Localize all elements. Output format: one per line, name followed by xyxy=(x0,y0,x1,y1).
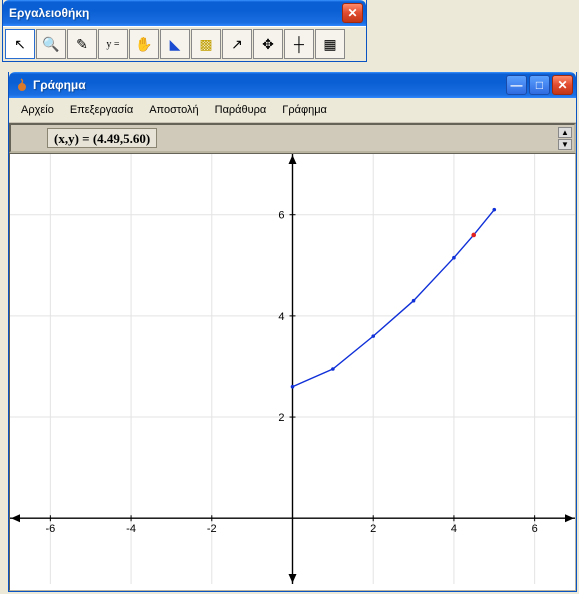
svg-text:-4: -4 xyxy=(126,523,136,535)
grab-icon: ✋ xyxy=(135,36,152,53)
java-icon xyxy=(15,78,29,92)
tool-segment[interactable]: ↗ xyxy=(222,29,252,59)
menu-1[interactable]: Επεξεργασία xyxy=(64,102,139,118)
menu-3[interactable]: Παράθυρα xyxy=(209,102,273,118)
close-icon: ✕ xyxy=(347,6,357,20)
segment-icon: ↗ xyxy=(231,36,243,53)
graph-title: Γράφημα xyxy=(33,78,506,92)
toolbox-title: Εργαλειοθήκη xyxy=(9,6,342,20)
tool-pencil[interactable]: ✎ xyxy=(67,29,97,59)
close-icon: ✕ xyxy=(557,78,567,92)
toolbox-close-button[interactable]: ✕ xyxy=(342,3,363,23)
spin-up-button[interactable]: ▲ xyxy=(558,127,572,138)
bar-icon: ▩ xyxy=(199,36,212,53)
svg-text:-2: -2 xyxy=(207,523,217,535)
tool-grid[interactable]: ▦ xyxy=(315,29,345,59)
spin-down-button[interactable]: ▼ xyxy=(558,139,572,150)
menubar: ΑρχείοΕπεξεργασίαΑποστολή ΠαράθυραΓράφημα xyxy=(9,98,576,123)
tool-axes[interactable]: ┼ xyxy=(284,29,314,59)
toolbox-window: Εργαλειοθήκη ✕ ↖ 🔍 ✎ y = ✋ ◣ ▩ ↗ ✥ ┼ ▦ xyxy=(2,0,367,62)
pointer-icon: ↖ xyxy=(14,36,26,53)
svg-text:6: 6 xyxy=(532,523,538,535)
tool-y-equals[interactable]: y = xyxy=(98,29,128,59)
minimize-icon: — xyxy=(511,78,523,92)
graph-window: Γράφημα — □ ✕ ΑρχείοΕπεξεργασίαΑποστολή Π… xyxy=(8,72,577,592)
svg-text:2: 2 xyxy=(278,412,284,424)
zoom-icon: 🔍 xyxy=(42,36,59,53)
tool-pointer[interactable]: ↖ xyxy=(5,29,35,59)
menu-4[interactable]: Γράφημα xyxy=(276,102,333,118)
grid-icon: ▦ xyxy=(323,36,336,53)
graph-titlebar[interactable]: Γράφημα — □ ✕ xyxy=(9,72,576,98)
tool-bar[interactable]: ▩ xyxy=(191,29,221,59)
maximize-icon: □ xyxy=(536,78,543,92)
maximize-button[interactable]: □ xyxy=(529,75,550,95)
triangle-icon: ◣ xyxy=(170,36,181,53)
tool-triangle[interactable]: ◣ xyxy=(160,29,190,59)
axes-icon: ┼ xyxy=(294,36,304,52)
readout-bar: (x,y) = (4.49,5.60) ▲ ▼ xyxy=(9,123,576,153)
svg-text:2: 2 xyxy=(370,523,376,535)
close-button[interactable]: ✕ xyxy=(552,75,573,95)
svg-text:4: 4 xyxy=(278,311,284,323)
svg-text:4: 4 xyxy=(451,523,457,535)
tool-move[interactable]: ✥ xyxy=(253,29,283,59)
tool-grab[interactable]: ✋ xyxy=(129,29,159,59)
minimize-button[interactable]: — xyxy=(506,75,527,95)
toolbox-titlebar[interactable]: Εργαλειοθήκη ✕ xyxy=(3,0,366,26)
svg-text:-6: -6 xyxy=(45,523,55,535)
move-icon: ✥ xyxy=(262,36,274,53)
menu-2[interactable]: Αποστολή xyxy=(143,102,204,118)
y-equals-icon: y = xyxy=(106,39,119,50)
tool-zoom[interactable]: 🔍 xyxy=(36,29,66,59)
plot-canvas: -6 -4 -2 2 4 6 2 4 6 xyxy=(10,154,575,584)
coordinate-readout: (x,y) = (4.49,5.60) xyxy=(47,128,157,148)
toolbox-body: ↖ 🔍 ✎ y = ✋ ◣ ▩ ↗ ✥ ┼ ▦ xyxy=(3,26,366,61)
svg-text:6: 6 xyxy=(278,210,284,222)
plot-area[interactable]: -6 -4 -2 2 4 6 2 4 6 xyxy=(9,153,576,591)
pencil-icon: ✎ xyxy=(76,36,88,53)
menu-0[interactable]: Αρχείο xyxy=(15,102,60,118)
readout-spinner: ▲ ▼ xyxy=(558,125,574,151)
